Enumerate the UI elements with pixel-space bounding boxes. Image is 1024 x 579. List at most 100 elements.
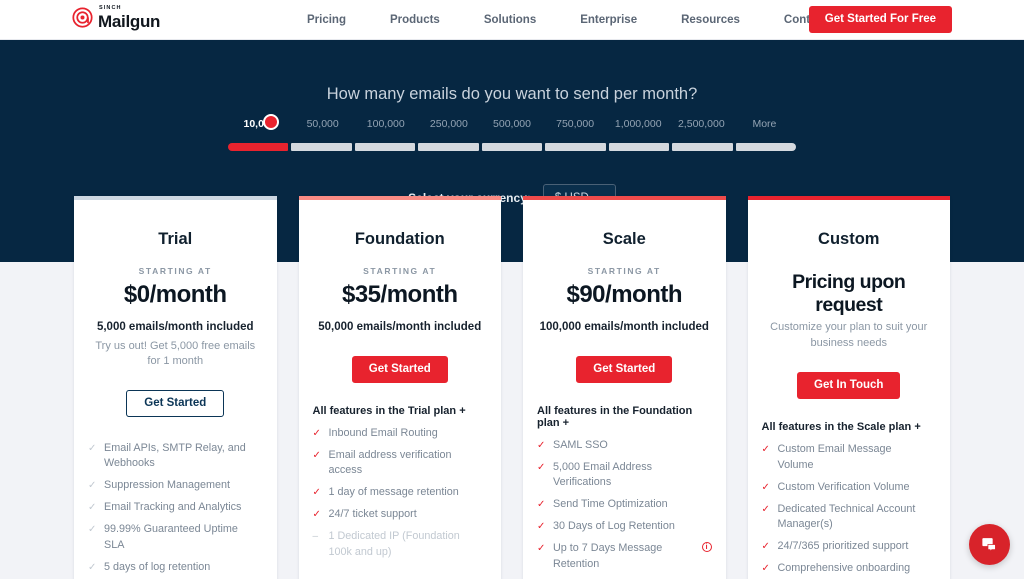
slider-segment-0[interactable] <box>228 143 289 151</box>
check-icon: ✓ <box>88 480 97 492</box>
feature-label: 24/7/365 prioritized support <box>777 540 909 553</box>
slider-segment-1[interactable] <box>291 143 352 151</box>
check-icon: ✓ <box>537 543 546 555</box>
feature-item: ✓ Email APIs, SMTP Relay, and Webhooks <box>88 437 263 475</box>
feature-label: SAML SSO <box>553 438 608 451</box>
pricing-card-scale: Scale STARTING AT $90/month 100,000 emails/… <box>523 196 726 579</box>
slider-tick-7[interactable]: 2,500,000 <box>678 118 725 130</box>
feature-item: ✓ 30 Days of Log Retention <box>537 516 712 538</box>
slider-segment-3[interactable] <box>418 143 479 151</box>
features-heading: All features in the Scale plan + <box>761 420 921 433</box>
slider-tick-2[interactable]: 100,000 <box>367 118 405 130</box>
slider-thumb[interactable] <box>263 114 279 130</box>
feature-label: 1 Dedicated IP (Foundation 100k and up) <box>328 530 460 559</box>
info-icon[interactable]: i <box>701 542 712 553</box>
plan-included: 100,000 emails/month included <box>539 321 709 333</box>
plan-subnote: Try us out! Get 5,000 free emails for 1 … <box>95 339 256 368</box>
check-icon: ✓ <box>761 541 770 553</box>
card-top-accent <box>74 196 277 200</box>
check-icon: ✓ <box>537 499 546 511</box>
features-heading: All features in the Foundation plan + <box>537 404 693 429</box>
feature-label: Email address verification access <box>328 448 452 477</box>
feature-item: ✓ Email Tracking and Analytics <box>88 497 263 519</box>
slider-tick-labels: 10,000 50,000 100,000 250,000 500,000 750,000… <box>228 118 796 138</box>
feature-item: –1 Dedicated IP (Foundation 100k and up) <box>313 526 488 564</box>
plan-price: $0/month <box>123 281 227 308</box>
nav-link-resources[interactable]: Resources <box>659 14 762 26</box>
feature-label: Dedicated Technical Account Manager(s) <box>777 502 916 531</box>
feature-label: Email APIs, SMTP Relay, and Webhooks <box>104 441 246 470</box>
feature-label: 5 days of log retention <box>104 560 211 573</box>
check-icon: ✓ <box>537 439 546 451</box>
top-navigation: SINCH Mailgun Pricing Products Solutions… <box>0 0 1024 40</box>
brand-logo[interactable]: SINCH Mailgun <box>72 5 160 30</box>
slider-track[interactable] <box>228 143 796 151</box>
pricing-page: SINCH Mailgun Pricing Products Solutions… <box>0 0 1024 579</box>
feature-label: Suppression Management <box>104 479 231 492</box>
hero-title: How many emails do you want to send per … <box>326 85 698 103</box>
feature-item: ✓ Dedicated Technical Account Manager(s) <box>762 499 937 537</box>
feature-item: ✓ Send Time Optimization <box>537 494 712 516</box>
slider-tick-4[interactable]: 500,000 <box>493 118 531 130</box>
plan-price: $35/month <box>341 281 458 308</box>
mailgun-at-logo-icon <box>72 7 93 28</box>
feature-item: ✓ 1 day of message retention <box>313 482 488 504</box>
pricing-card-trial: Trial STARTING AT $0/month 5,000 emails/mon… <box>74 196 277 579</box>
nav-link-enterprise[interactable]: Enterprise <box>558 14 659 26</box>
features-list: ✓ Email APIs, SMTP Relay, and Webhooks ✓ Su… <box>88 437 263 579</box>
card-top-accent <box>298 196 501 200</box>
plan-included: 5,000 emails/month included <box>96 321 254 333</box>
check-icon: ✓ <box>761 503 770 515</box>
pricing-card-custom: Custom Pricing upon request Customize your… <box>747 196 950 579</box>
slider-tick-5[interactable]: 750,000 <box>556 118 594 130</box>
feature-label: 5,000 Email Address Verifications <box>553 460 653 489</box>
check-icon: ✓ <box>88 524 97 536</box>
check-icon: ✓ <box>761 563 770 575</box>
check-icon: ✓ <box>761 481 770 493</box>
plan-price: $90/month <box>566 281 683 308</box>
nav-link-pricing[interactable]: Pricing <box>285 14 368 26</box>
feature-item: ✓ 5,000 Email Address Verifications <box>537 457 712 495</box>
slider-segment-8[interactable] <box>735 143 796 151</box>
plan-cta-button[interactable]: Get Started <box>126 390 225 418</box>
feature-item: ✓ 5 days of log retention <box>88 557 263 579</box>
starting-at-label: STARTING AT <box>587 266 661 276</box>
card-top-accent <box>523 196 726 200</box>
slider-tick-8[interactable]: More <box>752 118 776 130</box>
chat-widget-button[interactable] <box>969 524 1010 565</box>
plan-cta-button[interactable]: Get In Touch <box>797 371 901 399</box>
feature-label: Up to 7 Days Message Retention <box>553 542 663 571</box>
plan-cta-button[interactable]: Get Started <box>576 355 673 383</box>
slider-segment-7[interactable] <box>672 143 733 151</box>
feature-label: 99.99% Guaranteed Uptime SLA <box>104 523 238 551</box>
plan-name: Custom <box>818 230 880 248</box>
feature-item: ✓ Up to 7 Days Message Retention i <box>537 538 712 576</box>
check-icon: ✓ <box>88 442 97 454</box>
slider-segment-5[interactable] <box>545 143 606 151</box>
check-icon: ✓ <box>312 509 321 521</box>
feature-label: Inbound Email Routing <box>328 426 438 439</box>
check-icon: ✓ <box>88 502 97 514</box>
feature-item: ✓ Inbound Email Routing <box>313 423 488 445</box>
nav-link-solutions[interactable]: Solutions <box>462 14 558 26</box>
slider-segment-4[interactable] <box>481 143 543 151</box>
slider-segment-2[interactable] <box>354 143 416 151</box>
slider-tick-1[interactable]: 50,000 <box>307 118 339 130</box>
starting-at-label: STARTING AT <box>138 266 212 276</box>
feature-label: Custom Verification Volume <box>777 480 910 493</box>
check-icon: ✓ <box>537 461 546 473</box>
slider-tick-6[interactable]: 1,000,000 <box>615 118 662 130</box>
plan-cta-button[interactable]: Get Started <box>351 355 448 383</box>
slider-segment-6[interactable] <box>608 143 670 151</box>
feature-item: ✓ 24/7/365 prioritized support <box>762 536 937 558</box>
nav-link-products[interactable]: Products <box>368 14 462 26</box>
feature-label: Custom Email Message Volume <box>777 443 892 471</box>
check-icon: ✓ <box>312 487 321 499</box>
feature-item: ✓ 24/7 ticket support <box>313 504 488 526</box>
check-icon: ✓ <box>537 521 546 533</box>
volume-slider[interactable]: 10,000 50,000 100,000 250,000 500,000 750,000… <box>228 114 796 151</box>
get-started-for-free-button[interactable]: Get Started For Free <box>808 6 952 33</box>
features-list: ✓ Inbound Email Routing ✓ Email address ver… <box>313 423 488 564</box>
slider-tick-3[interactable]: 250,000 <box>430 118 468 130</box>
feature-item: ✓ 99.99% Guaranteed Uptime SLA <box>88 519 263 557</box>
